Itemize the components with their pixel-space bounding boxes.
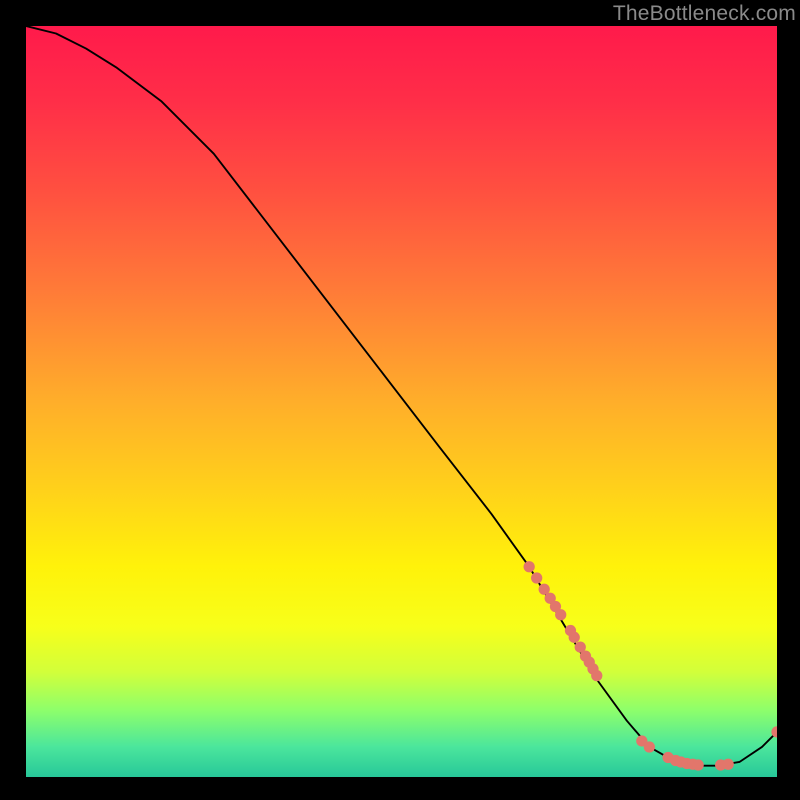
curve-marker — [524, 561, 535, 572]
curve-marker — [569, 632, 580, 643]
curve-marker — [555, 609, 566, 620]
chart-stage: TheBottleneck.com — [0, 0, 800, 800]
curve-marker — [531, 572, 542, 583]
bottleneck-curve — [26, 26, 777, 766]
curve-markers — [524, 561, 777, 771]
curve-layer — [26, 26, 777, 777]
curve-marker — [591, 670, 602, 681]
curve-marker — [693, 759, 704, 770]
watermark-text: TheBottleneck.com — [613, 2, 796, 26]
curve-marker — [644, 741, 655, 752]
curve-marker — [723, 759, 734, 770]
plot-area — [26, 26, 777, 777]
